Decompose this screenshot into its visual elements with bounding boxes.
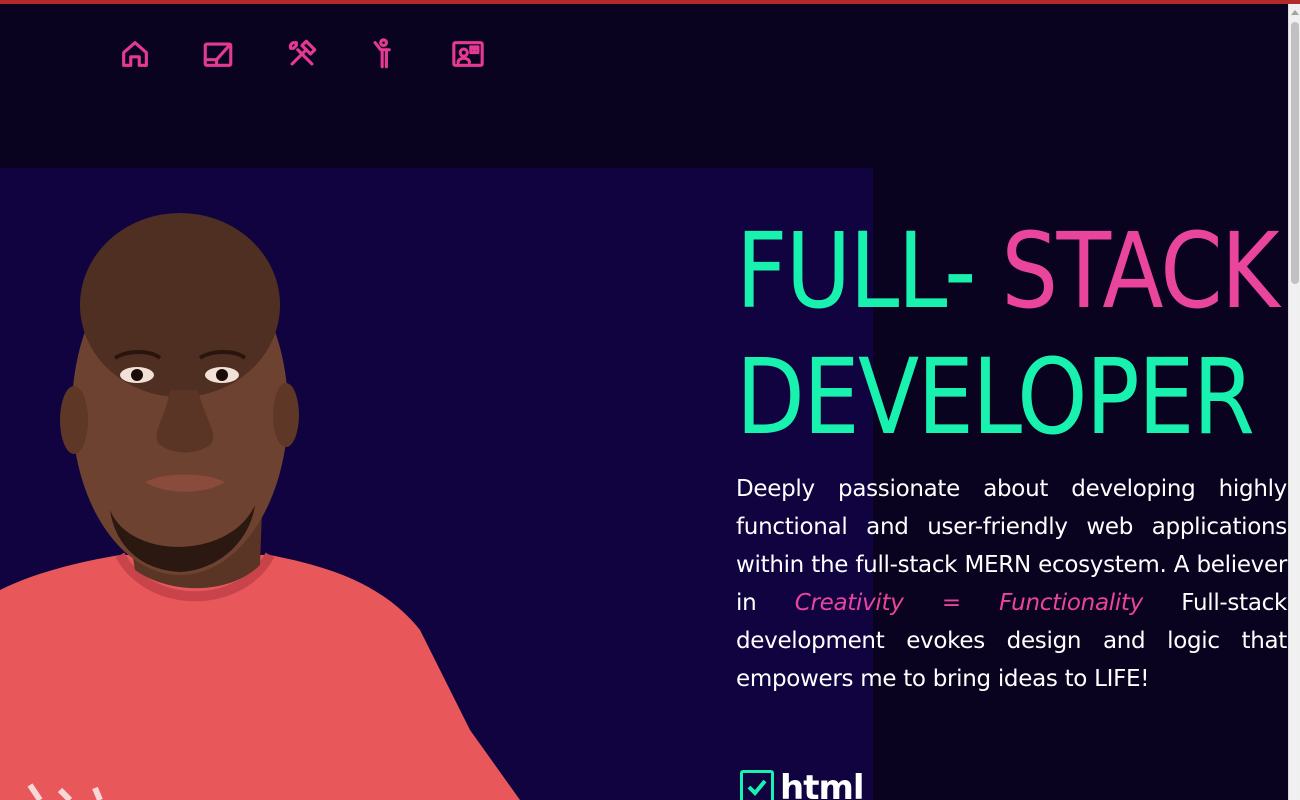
about-person-icon[interactable] xyxy=(365,34,405,74)
hero-bio: Deeply passionate about developing highl… xyxy=(736,470,1287,698)
home-icon[interactable] xyxy=(115,34,155,74)
checkbox-icon xyxy=(740,770,774,800)
headline-line-1: FULL- STACK xyxy=(736,208,1280,334)
headline-full: FULL- xyxy=(736,210,1002,332)
top-navigation xyxy=(0,4,1288,168)
headline-stack: STACK xyxy=(1001,210,1279,332)
headline-line-2: DEVELOPER xyxy=(736,336,1255,458)
scrollbar-thumb[interactable] xyxy=(1291,22,1299,284)
page-scrollbar[interactable] xyxy=(1288,4,1300,800)
scroll-up-arrow-icon[interactable] xyxy=(1291,10,1299,15)
contact-card-icon[interactable] xyxy=(448,34,488,74)
tools-icon[interactable] xyxy=(282,34,322,74)
bio-emphasis: Creativity = Functionality xyxy=(794,590,1144,616)
skill-item-html: html xyxy=(740,770,864,800)
projects-icon[interactable] xyxy=(198,34,238,74)
hero-headline: FULL- STACK DEVELOPER xyxy=(736,208,1280,460)
skill-label: html xyxy=(780,770,864,800)
profile-portrait xyxy=(0,213,520,800)
